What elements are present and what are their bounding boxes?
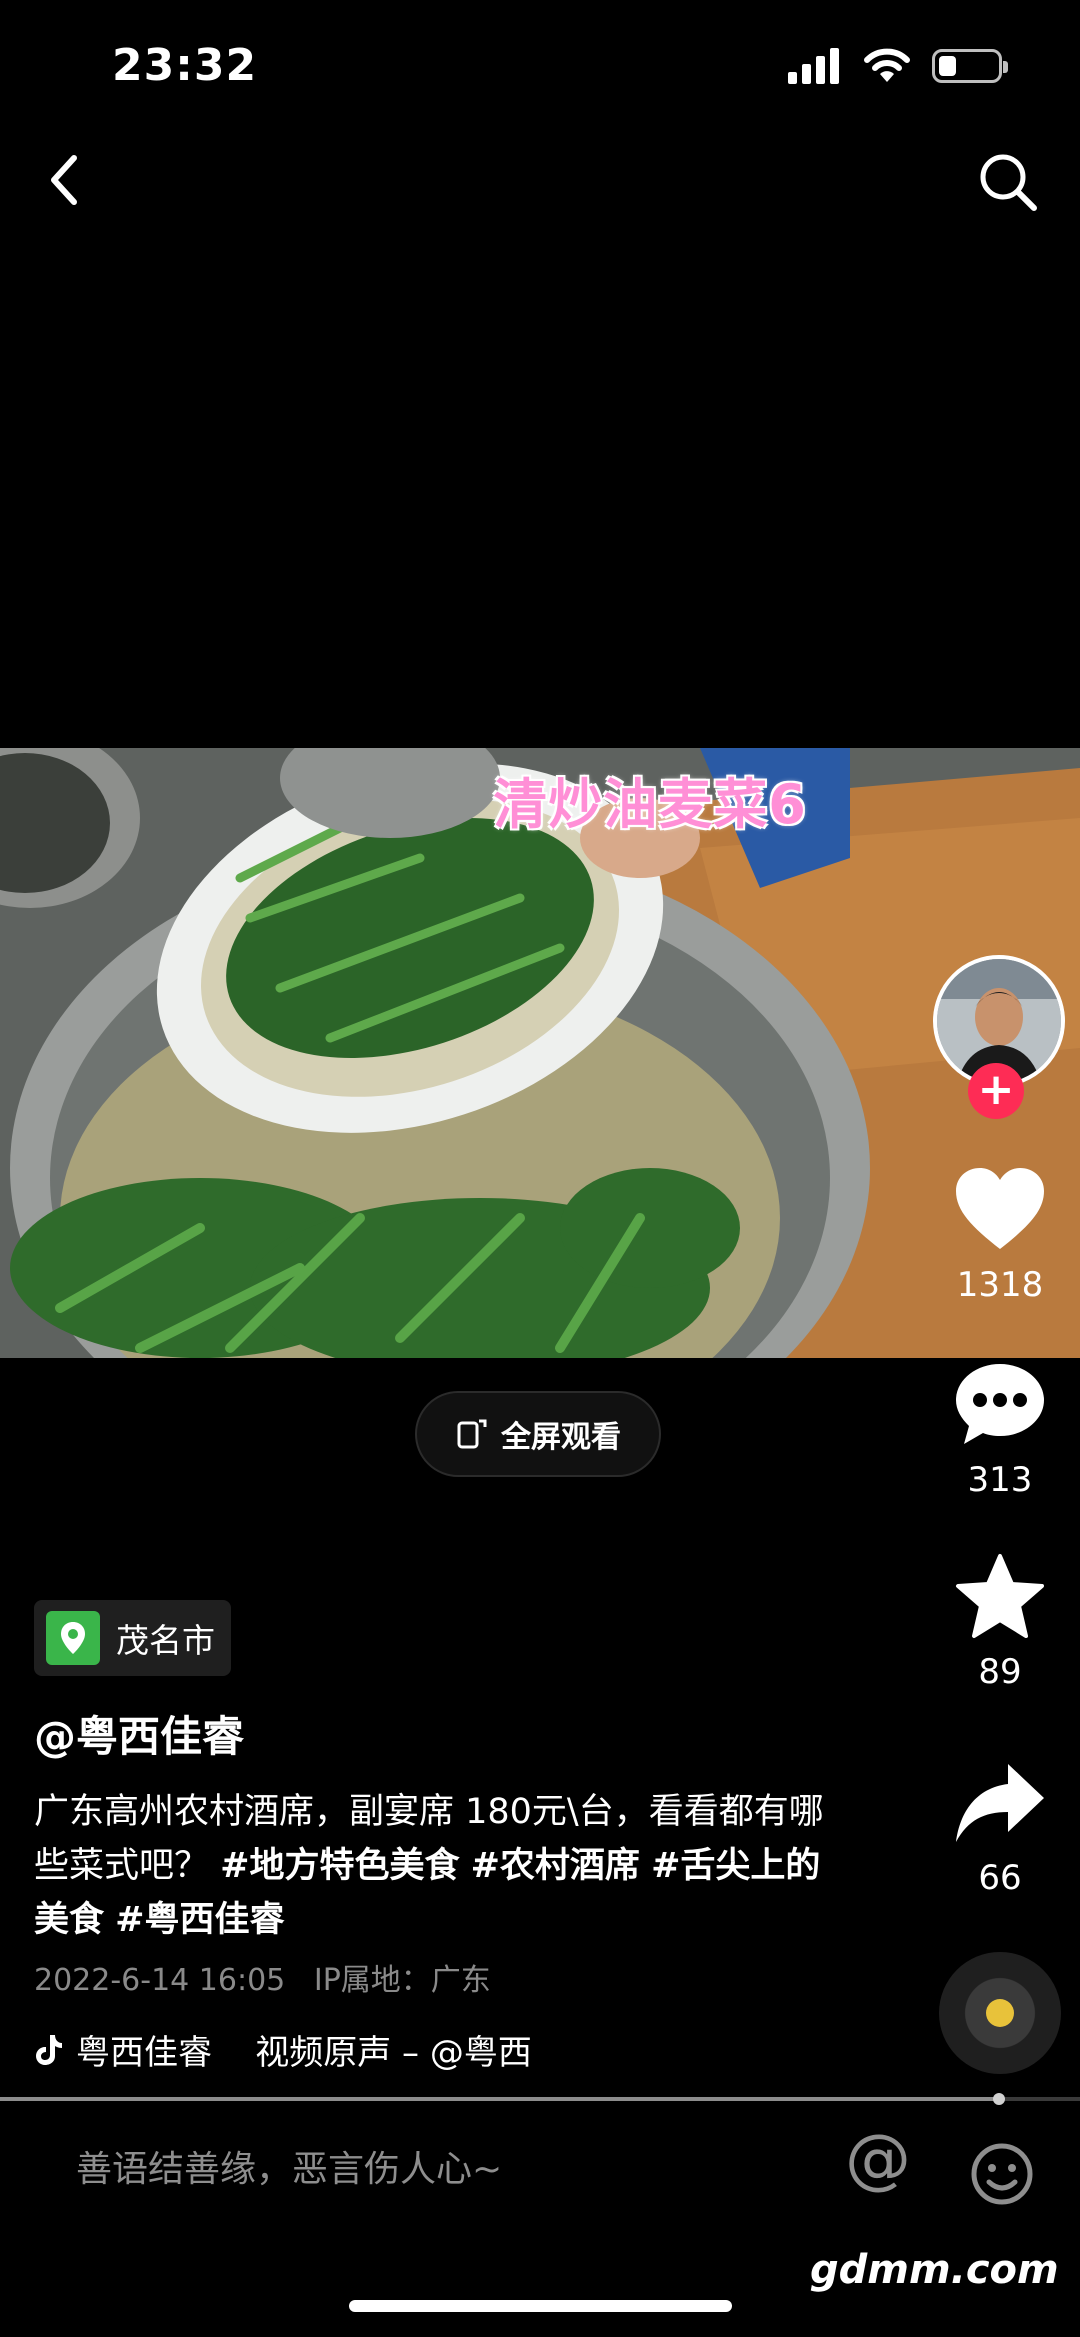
video-caption: 清炒油麦菜6 — [493, 773, 807, 836]
hashtag[interactable]: #粤西佳睿 — [115, 1900, 284, 1940]
comment-count: 313 — [967, 1460, 1033, 1500]
author-name[interactable]: @粤西佳睿 — [34, 1703, 244, 1764]
star-icon — [956, 1554, 1044, 1638]
fullscreen-button[interactable]: 全屏观看 — [415, 1391, 661, 1477]
heart-icon — [956, 1168, 1044, 1249]
video-frame-image — [0, 748, 1080, 1358]
progress-knob[interactable] — [993, 2093, 1005, 2105]
music-marquee[interactable]: 粤西佳睿 视频原声 – @粤西 — [34, 2025, 594, 2074]
video-description: 广东高州农村酒席，副宴席 180元\台，看看都有哪些菜式吧？ #地方特色美食 #… — [34, 1785, 834, 1947]
video-progress-bar[interactable] — [0, 2093, 1080, 2105]
emoji-icon[interactable] — [970, 2142, 1034, 2206]
status-time: 23:32 — [112, 40, 258, 91]
battery-level — [939, 56, 957, 76]
back-icon[interactable] — [40, 150, 90, 210]
battery-icon — [932, 49, 1008, 83]
fullscreen-label: 全屏观看 — [501, 1420, 621, 1455]
hashtag[interactable]: #地方特色美食 — [220, 1846, 459, 1886]
like-button[interactable]: 1318 — [940, 1165, 1060, 1305]
post-meta: 2022-6-14 16:05 IP属地：广东 — [34, 1963, 491, 1998]
music-disc-icon[interactable] — [939, 1952, 1061, 2074]
watermark: gdmm.com — [810, 2247, 1059, 2293]
share-button[interactable]: 66 — [940, 1758, 1060, 1898]
signal-icon — [788, 48, 839, 84]
favorite-button[interactable]: 89 — [940, 1552, 1060, 1692]
favorite-count: 89 — [978, 1652, 1022, 1692]
like-count: 1318 — [956, 1265, 1044, 1305]
share-icon — [956, 1764, 1044, 1842]
music-label: 粤西佳睿 视频原声 – @粤西 — [76, 2033, 532, 2073]
mention-button[interactable]: @ — [845, 2120, 911, 2197]
follow-button[interactable]: + — [968, 1063, 1024, 1119]
home-indicator[interactable] — [349, 2300, 732, 2312]
disc-center — [986, 1999, 1014, 2027]
hashtag[interactable]: #农村酒席 — [471, 1846, 640, 1886]
video-player[interactable] — [0, 748, 1080, 1358]
location-pin-icon — [46, 1611, 100, 1665]
comment-button[interactable]: 313 — [940, 1360, 1060, 1500]
comment-input[interactable]: 善语结善缘，恶言伤人心~ — [76, 2140, 502, 2192]
location-chip[interactable]: 茂名市 — [34, 1600, 231, 1676]
tiktok-note-icon — [36, 2034, 62, 2065]
location-label: 茂名市 — [116, 1621, 215, 1660]
comment-icon — [956, 1364, 1044, 1444]
search-icon[interactable] — [976, 150, 1040, 214]
fullscreen-icon — [457, 1419, 487, 1449]
status-icons — [788, 48, 1008, 84]
wifi-icon — [864, 48, 910, 82]
share-count: 66 — [978, 1858, 1022, 1898]
progress-fill — [0, 2097, 999, 2101]
